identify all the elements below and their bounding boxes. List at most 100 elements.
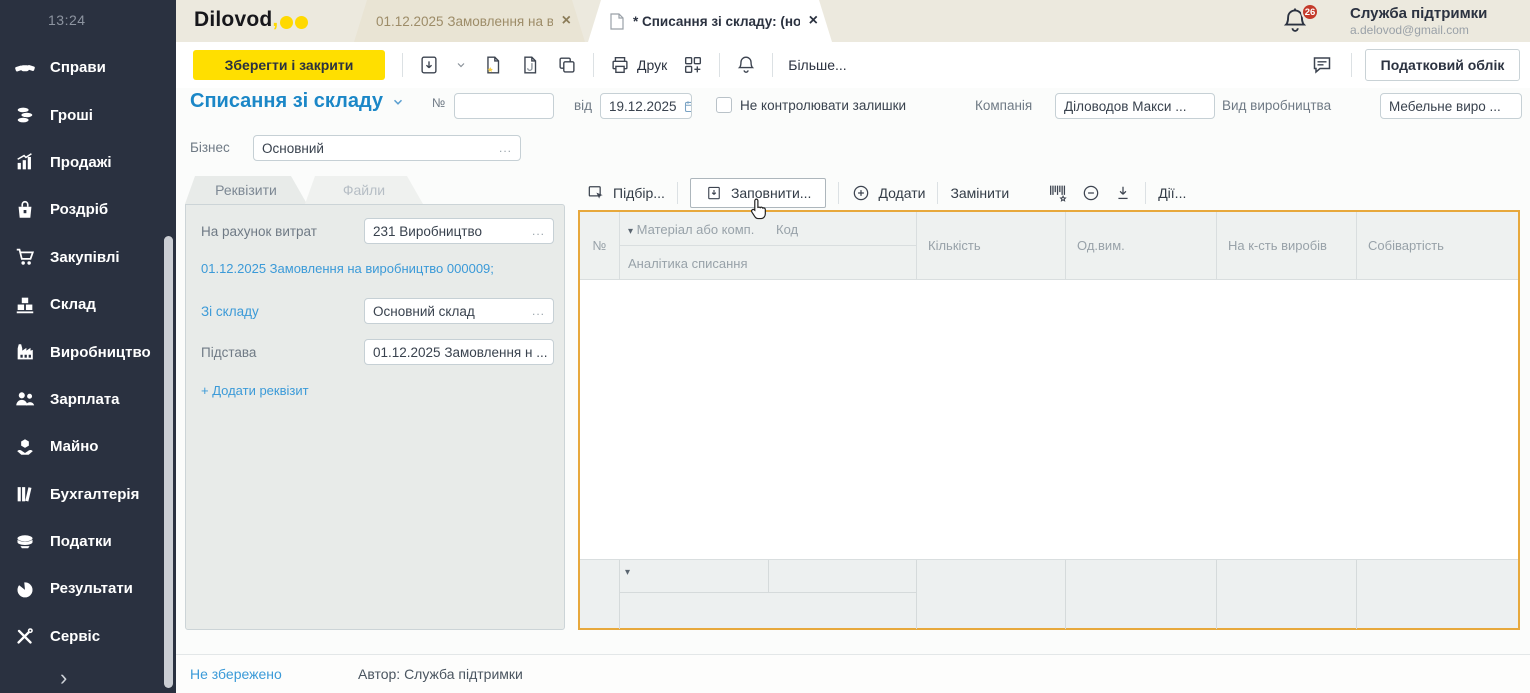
col-material[interactable]: ▾ Матеріал або комп.	[628, 222, 754, 237]
tax-accounting-button[interactable]: Податковий облік	[1365, 49, 1520, 81]
actions-button[interactable]: Дії...	[1158, 185, 1186, 201]
tab-requisites[interactable]: Реквізити	[185, 176, 307, 204]
barcode-button[interactable]	[1047, 182, 1069, 204]
sidebar: 13:24 Справи Гроші Продажі Роздріб Закуп…	[0, 0, 176, 693]
sidebar-item-rozdrib[interactable]: Роздріб	[0, 186, 162, 233]
from-warehouse-label[interactable]: Зі складу	[201, 304, 259, 319]
pick-button[interactable]: Підбір...	[586, 183, 665, 203]
sidebar-item-prodazhi[interactable]: Продажі	[0, 139, 162, 186]
add-requisite-link[interactable]: + Додати реквізит	[201, 383, 309, 398]
sidebar-item-vyrobnytstvo[interactable]: Виробництво	[0, 328, 162, 375]
remove-row-button[interactable]	[1081, 183, 1101, 203]
reminder-bell-button[interactable]	[735, 54, 757, 76]
business-row: Бізнес Основний ...	[176, 132, 1530, 164]
grid-body-empty[interactable]	[580, 281, 1518, 559]
row-dropdown-icon[interactable]: ▾	[625, 567, 630, 578]
document-type-title[interactable]: Списання зі складу	[190, 90, 405, 113]
handshake-icon	[13, 57, 37, 79]
sidebar-item-rezultaty[interactable]: Результати	[0, 565, 162, 612]
number-input[interactable]	[454, 93, 554, 119]
sort-arrow-icon: ▾	[628, 226, 633, 237]
add-row-button[interactable]: Додати	[851, 183, 925, 203]
sidebar-item-label: Продажі	[50, 154, 112, 171]
close-icon[interactable]: ×	[562, 13, 571, 29]
status-bar: Не збережено Автор: Служба підтримки	[176, 654, 1530, 693]
grid-new-row[interactable]: ▾	[580, 559, 1518, 628]
tab-order-document[interactable]: 01.12.2025 Замовлення на виро ×	[354, 0, 585, 42]
sidebar-item-hroshi[interactable]: Гроші	[0, 91, 162, 138]
no-control-checkbox[interactable]	[716, 97, 732, 113]
attach-file-button[interactable]	[519, 54, 541, 76]
tab-label: 01.12.2025 Замовлення на виро	[376, 14, 553, 29]
notifications-bell[interactable]: 26	[1280, 6, 1312, 38]
sidebar-item-bukhhalteriia[interactable]: Бухгалтерія	[0, 471, 162, 518]
date-input[interactable]: 19.12.2025	[600, 93, 692, 119]
user-account[interactable]: Служба підтримки a.delovod@gmail.com	[1350, 5, 1518, 37]
save-button[interactable]	[418, 54, 440, 76]
sidebar-item-label: Справи	[50, 59, 106, 76]
more-button[interactable]: Більше...	[788, 57, 846, 73]
calendar-icon[interactable]	[677, 99, 692, 114]
move-down-button[interactable]	[1113, 183, 1133, 203]
basis-input[interactable]: 01.12.2025 Замовлення н ...	[364, 339, 554, 365]
business-label: Бізнес	[190, 140, 230, 155]
sidebar-item-label: Результати	[50, 580, 133, 597]
sidebar-item-maino[interactable]: Майно	[0, 423, 162, 470]
save-options-chevron-icon[interactable]	[455, 59, 467, 71]
sidebar-item-sklad[interactable]: Склад	[0, 281, 162, 328]
expense-account-input[interactable]: 231 Виробництво ...	[364, 218, 554, 244]
sidebar-collapse-chevron[interactable]: ›	[60, 667, 67, 689]
from-warehouse-input[interactable]: Основний склад ...	[364, 298, 554, 324]
sidebar-item-spravy[interactable]: Справи	[0, 44, 162, 91]
col-cost[interactable]: Собівартість	[1368, 238, 1444, 253]
dilovod-logo[interactable]: Dilovod,	[194, 8, 308, 32]
lookup-ellipsis-icon[interactable]: ...	[526, 304, 545, 318]
print-button[interactable]: Друк	[609, 54, 667, 76]
number-label: №	[432, 96, 445, 110]
col-num[interactable]: №	[580, 238, 619, 253]
property-icon	[13, 436, 37, 458]
col-per-items[interactable]: На к-сть виробів	[1228, 238, 1327, 253]
add-widget-button[interactable]	[682, 54, 704, 76]
fill-icon	[705, 184, 723, 202]
lookup-ellipsis-icon[interactable]: ...	[526, 224, 545, 238]
sidebar-scrollbar[interactable]	[164, 236, 173, 688]
tab-files[interactable]: Файли	[305, 176, 423, 204]
comment-button[interactable]	[1310, 53, 1334, 77]
fill-button[interactable]: Заповнити...	[690, 178, 827, 208]
production-type-input[interactable]: Мебельне виро ...	[1380, 93, 1522, 119]
not-saved-status[interactable]: Не збережено	[190, 666, 282, 682]
sales-chart-icon	[13, 151, 37, 173]
copy-button[interactable]	[556, 54, 578, 76]
books-icon	[13, 483, 37, 505]
col-analytics[interactable]: Аналітика списання	[628, 256, 748, 271]
favorite-document-button[interactable]	[482, 54, 504, 76]
col-unit[interactable]: Од.вим.	[1077, 238, 1125, 253]
toolbar-separator	[719, 53, 720, 77]
save-and-close-button[interactable]: Зберегти і закрити	[193, 50, 385, 80]
sidebar-item-podatky[interactable]: Податки	[0, 518, 162, 565]
requisites-panel: Реквізити Файли На рахунок витрат 231 Ви…	[185, 176, 565, 630]
basis-label: Підстава	[201, 345, 256, 360]
col-qty[interactable]: Кількість	[928, 238, 981, 253]
sidebar-item-label: Сервіс	[50, 628, 100, 645]
col-code[interactable]: Код	[776, 222, 798, 237]
business-input[interactable]: Основний ...	[253, 135, 521, 161]
lookup-ellipsis-icon[interactable]: ...	[493, 141, 512, 155]
sidebar-item-label: Роздріб	[50, 201, 108, 218]
replace-button[interactable]: Замінити	[950, 185, 1009, 201]
main-area: Dilovod, 01.12.2025 Замовлення на виро ×…	[176, 0, 1530, 693]
chevron-down-icon	[391, 95, 405, 109]
sidebar-item-zarplata[interactable]: Зарплата	[0, 376, 162, 423]
tab-writeoff-document[interactable]: * Списання зі складу: (новий) ×	[588, 0, 832, 42]
production-order-link[interactable]: 01.12.2025 Замовлення на виробництво 000…	[201, 261, 494, 276]
company-input[interactable]: Діловодов Макси ...	[1055, 93, 1215, 119]
toolbar-separator	[838, 182, 839, 204]
sidebar-item-label: Бухгалтерія	[50, 486, 139, 503]
sidebar-item-zakupivli[interactable]: Закупівлі	[0, 234, 162, 281]
sidebar-nav: Справи Гроші Продажі Роздріб Закупівлі С…	[0, 44, 162, 660]
sidebar-item-servis[interactable]: Сервіс	[0, 613, 162, 660]
people-icon	[13, 388, 37, 410]
close-icon[interactable]: ×	[809, 13, 818, 29]
print-label: Друк	[637, 57, 667, 73]
